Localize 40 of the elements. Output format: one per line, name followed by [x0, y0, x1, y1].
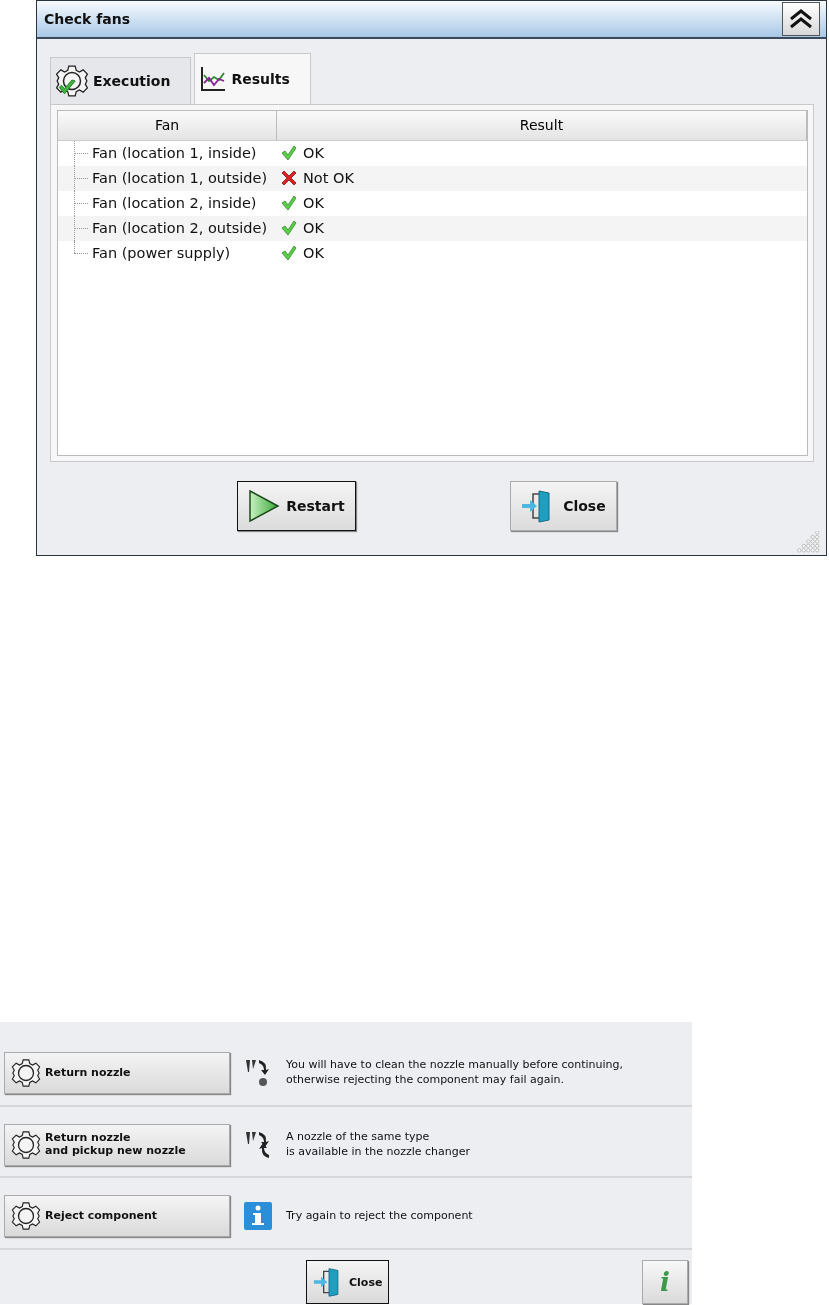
cross-icon: [281, 170, 297, 187]
table-cell: Not OK: [303, 170, 354, 187]
table-cell: OK: [303, 220, 324, 237]
gear-icon: [11, 1057, 41, 1088]
check-icon: [281, 220, 297, 237]
table-cell: Fan (location 2, outside): [58, 215, 277, 241]
tab[interactable]: Results: [194, 52, 311, 105]
dialog-button[interactable]: Close: [510, 480, 617, 531]
gear-check-icon: [55, 63, 89, 98]
nozzle-swap-icon: [244, 1129, 272, 1160]
table-cell: OK: [303, 245, 324, 262]
double-chevron-up-icon: [789, 8, 813, 29]
info-text: A nozzle of the same type is available in the nozzle changer: [286, 1129, 471, 1160]
gear-icon: [11, 1129, 41, 1160]
play-icon: [248, 488, 281, 523]
window-title: Check fans: [44, 10, 131, 27]
column-header[interactable]: Result: [277, 110, 807, 141]
option-button[interactable]: Reject component: [4, 1195, 230, 1238]
table-cell: Fan (power supply): [58, 240, 277, 266]
table-cell: Fan (location 1, inside): [58, 140, 277, 166]
collapse-button[interactable]: [782, 1, 820, 36]
gear-icon: [11, 1201, 41, 1232]
info-text: You will have to clean the nozzle manually before continuing, otherwise rejecting the component may fail again.: [286, 1058, 624, 1088]
table-cell: Fan (location 1, outside): [58, 165, 277, 191]
tab[interactable]: Execution: [50, 56, 192, 104]
info-icon: [244, 1202, 272, 1231]
dialog-button[interactable]: Restart: [237, 480, 356, 531]
column-header[interactable]: Fan: [58, 110, 277, 141]
check-icon: [281, 195, 297, 212]
nozzle-return-icon: [244, 1057, 272, 1088]
close-button[interactable]: Close: [306, 1260, 390, 1304]
check-icon: [281, 245, 297, 262]
info-text: Try again to reject the component: [286, 1208, 473, 1224]
option-button[interactable]: Return nozzle: [4, 1051, 230, 1094]
table-cell: OK: [303, 145, 324, 162]
table-cell: Fan (location 2, inside): [58, 190, 277, 216]
line-chart-icon: [199, 65, 228, 94]
check-icon: [281, 145, 297, 162]
table-cell: OK: [303, 195, 324, 212]
option-button[interactable]: Return nozzle and pickup new nozzle: [4, 1123, 230, 1166]
